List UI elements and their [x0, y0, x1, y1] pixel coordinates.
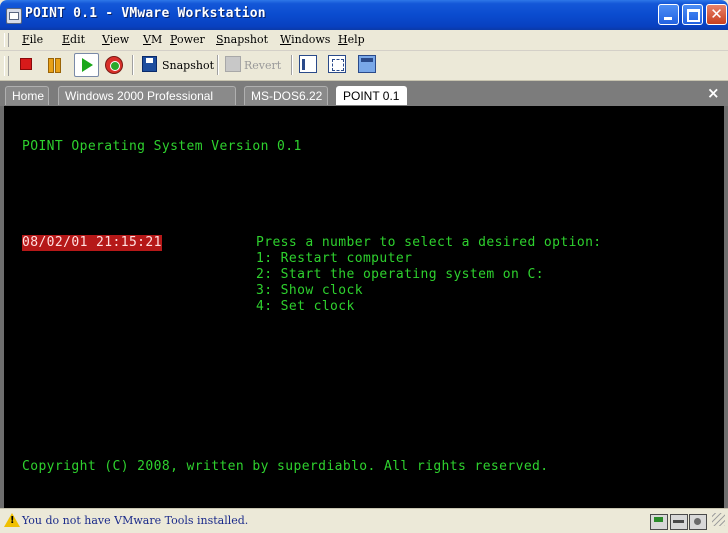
resize-grip[interactable] — [712, 513, 725, 526]
sidebar-view-icon[interactable] — [299, 55, 317, 73]
tab-ms-dos[interactable]: MS-DOS6.22 — [244, 86, 328, 105]
snapshot-button[interactable]: Snapshot — [162, 59, 214, 72]
minimize-button[interactable] — [658, 4, 679, 25]
quick-switch-icon[interactable] — [358, 55, 376, 73]
option-set-clock: 4: Set clock — [256, 299, 355, 314]
tab-home[interactable]: Home — [5, 86, 49, 105]
menu-view[interactable]: View — [102, 33, 129, 46]
app-icon[interactable] — [6, 8, 22, 24]
pause-icon[interactable] — [48, 58, 62, 73]
maximize-button[interactable] — [682, 4, 703, 25]
close-tab-icon[interactable]: × — [707, 84, 720, 102]
status-bar: You do not have VMware Tools installed. — [0, 508, 728, 533]
tab-bar: Home Windows 2000 Professional MS-DOS6.2… — [0, 81, 728, 106]
menu-snapshot[interactable]: Snapshot — [216, 33, 268, 46]
menu-prompt: Press a number to select a desired optio… — [256, 235, 602, 250]
tab-point[interactable]: POINT 0.1 — [336, 86, 407, 105]
copyright-line: Copyright (C) 2008, written by superdiab… — [22, 459, 549, 474]
toolbar-separator — [217, 55, 219, 75]
window-title: POINT 0.1 - VMware Workstation — [25, 6, 266, 21]
toolbar-grip[interactable] — [4, 56, 9, 76]
revert-button[interactable]: Revert — [244, 59, 281, 72]
menu-grip[interactable] — [4, 33, 9, 47]
close-button[interactable]: ✕ — [706, 4, 727, 25]
clock-display: 08/02/01 21:15:21 — [22, 235, 162, 251]
option-start-os: 2: Start the operating system on C: — [256, 267, 544, 282]
toolbar — [0, 51, 728, 81]
toolbar-separator — [132, 55, 134, 75]
play-icon[interactable] — [74, 53, 99, 77]
close-icon: ✕ — [710, 5, 723, 23]
option-restart: 1: Restart computer — [256, 251, 413, 266]
reset-icon[interactable] — [105, 56, 123, 74]
snapshot-icon[interactable] — [142, 56, 157, 72]
tools-warning-text[interactable]: You do not have VMware Tools installed. — [22, 514, 248, 527]
cdrom-device-icon[interactable] — [689, 514, 707, 530]
menu-vm[interactable]: VM — [143, 33, 162, 46]
floppy-device-icon[interactable] — [670, 514, 688, 530]
network-device-icon[interactable] — [650, 514, 668, 530]
fullscreen-icon[interactable] — [328, 55, 346, 73]
menu-bar: File Edit View VM Power Snapshot Windows… — [0, 30, 728, 51]
os-heading: POINT Operating System Version 0.1 — [22, 139, 302, 154]
tab-windows-2000[interactable]: Windows 2000 Professional — [58, 86, 236, 105]
vmware-window: POINT 0.1 - VMware Workstation ✕ File Ed… — [0, 0, 728, 533]
menu-file[interactable]: File — [22, 33, 43, 46]
warning-icon — [4, 513, 20, 527]
menu-help[interactable]: Help — [338, 33, 365, 46]
vm-console[interactable]: POINT Operating System Version 0.1 08/02… — [4, 106, 724, 508]
stop-icon[interactable] — [20, 58, 32, 70]
revert-icon[interactable] — [225, 56, 241, 72]
menu-power[interactable]: Power — [170, 33, 205, 46]
title-bar[interactable]: POINT 0.1 - VMware Workstation ✕ — [0, 0, 728, 30]
menu-windows[interactable]: Windows — [280, 33, 330, 46]
menu-edit[interactable]: Edit — [62, 33, 85, 46]
screen-border-right — [724, 106, 728, 508]
toolbar-separator — [291, 55, 293, 75]
option-show-clock: 3: Show clock — [256, 283, 363, 298]
